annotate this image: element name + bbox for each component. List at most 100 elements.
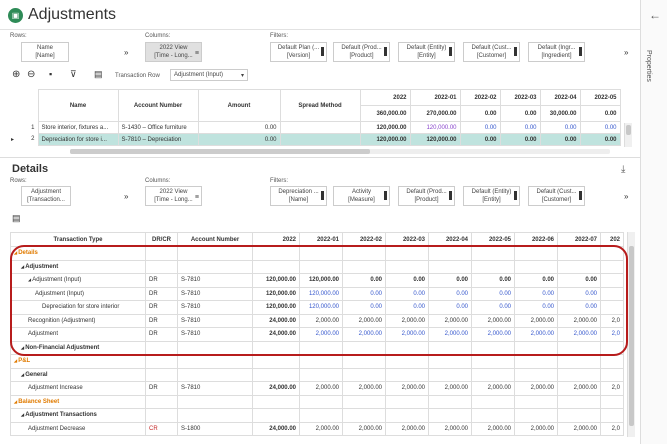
table-row[interactable]: Depreciation for store interior DR S-7810 1…: [10, 300, 624, 315]
cell-value[interactable]: [342, 354, 386, 369]
chevron-double-down-icon[interactable]: »: [124, 48, 128, 57]
cell-value[interactable]: 0.00: [557, 273, 601, 288]
cell-account[interactable]: S-7810: [177, 381, 253, 396]
cell-value[interactable]: 0.00: [428, 300, 472, 315]
cell-transaction-type[interactable]: Adjustment Increase: [10, 381, 146, 396]
cell-value[interactable]: 120,000.00: [299, 286, 343, 301]
cell-value[interactable]: [299, 354, 343, 369]
cell-value[interactable]: [600, 408, 624, 423]
cell-value[interactable]: [471, 367, 515, 382]
cell-value[interactable]: [385, 394, 429, 409]
details-columns-pill[interactable]: 2022 View [Time - Long... ≡: [145, 186, 202, 206]
cell-value[interactable]: [342, 408, 386, 423]
cell-value[interactable]: [428, 354, 472, 369]
cell-value[interactable]: [299, 367, 343, 382]
cell-value[interactable]: 2,000.00: [514, 421, 558, 436]
cell-transaction-type[interactable]: ◢ P&L: [10, 354, 146, 369]
cell-value[interactable]: 2,000.00: [385, 381, 429, 396]
dropdown-caret-icon[interactable]: [384, 191, 387, 200]
cell-value[interactable]: [428, 394, 472, 409]
col-transaction-type[interactable]: Transaction Type: [10, 232, 146, 247]
cell-value[interactable]: [600, 394, 624, 409]
menu-icon[interactable]: ≡: [195, 194, 199, 202]
cell-value[interactable]: [385, 367, 429, 382]
dropdown-caret-icon[interactable]: [449, 47, 452, 56]
cell-transaction-type[interactable]: ◢ Adjustment: [10, 259, 146, 274]
cell-value[interactable]: 2,0: [600, 381, 624, 396]
cell-value[interactable]: 0.00: [428, 286, 472, 301]
cell-value[interactable]: 2,000.00: [428, 381, 472, 396]
cell-value[interactable]: [471, 408, 515, 423]
cell-account[interactable]: [177, 259, 253, 274]
cell-value[interactable]: 2,000.00: [385, 327, 429, 342]
cell-value[interactable]: 120,000.00: [359, 133, 411, 146]
cell-drcr[interactable]: DR: [145, 273, 178, 288]
cell-value[interactable]: [514, 408, 558, 423]
cell-value[interactable]: [514, 246, 558, 261]
cell-value[interactable]: [471, 246, 515, 261]
cell-account[interactable]: S-7810 – Depreciation: [117, 133, 199, 146]
cell-drcr[interactable]: [145, 394, 178, 409]
export-icon[interactable]: ▤: [94, 69, 103, 80]
col-2022[interactable]: 2022: [252, 232, 300, 247]
cell-transaction-type[interactable]: ◢ General: [10, 367, 146, 382]
cell-drcr[interactable]: DR: [145, 381, 178, 396]
cell-value[interactable]: 0.00: [459, 133, 501, 146]
col-2022-08[interactable]: 202: [600, 232, 624, 247]
cell-drcr[interactable]: DR: [145, 313, 178, 328]
cell-value[interactable]: 0.00: [557, 300, 601, 315]
transaction-row-select[interactable]: Adjustment (Input) ▾: [170, 69, 248, 81]
details-filter-customer[interactable]: Default (Cust... [Customer]: [528, 186, 585, 206]
cell-value[interactable]: [557, 246, 601, 261]
cell-spread[interactable]: [279, 133, 361, 146]
cell-value[interactable]: 2,000.00: [471, 421, 515, 436]
cell-value[interactable]: [342, 259, 386, 274]
chevron-double-down-icon[interactable]: »: [124, 192, 128, 201]
cell-value[interactable]: 24,000.00: [252, 327, 300, 342]
table-row[interactable]: ◢ Non-Financial Adjustment: [10, 340, 624, 355]
col-2022-04[interactable]: 2022-04: [428, 232, 472, 247]
col-account-number[interactable]: Account Number: [177, 232, 253, 247]
dropdown-caret-icon[interactable]: [514, 47, 517, 56]
cell-account[interactable]: [177, 354, 253, 369]
cell-value[interactable]: [252, 394, 300, 409]
cell-account[interactable]: S-7810: [177, 286, 253, 301]
cell-value[interactable]: 120,000.00: [409, 133, 461, 146]
cell-value[interactable]: [252, 367, 300, 382]
details-filter-entity[interactable]: Default (Entity) [Entity]: [463, 186, 520, 206]
back-arrow-icon[interactable]: ←: [649, 8, 661, 22]
cell-value[interactable]: [252, 408, 300, 423]
table-row[interactable]: ◢ Adjustment Transactions: [10, 408, 624, 423]
cell-value[interactable]: 0.00: [499, 133, 541, 146]
table-row[interactable]: Adjustment (Input) DR S-7810 120,000.00 120,…: [10, 286, 624, 301]
cell-value[interactable]: 0.00: [342, 300, 386, 315]
cell-value[interactable]: 24,000.00: [252, 313, 300, 328]
cell-value[interactable]: 120,000.00: [409, 121, 461, 134]
cell-value[interactable]: 2,000.00: [514, 313, 558, 328]
cell-value[interactable]: 2,000.00: [428, 313, 472, 328]
cell-account[interactable]: [177, 408, 253, 423]
details-scrollbar[interactable]: [627, 232, 635, 437]
col-2022-04[interactable]: 2022-04: [539, 89, 581, 106]
col-2022[interactable]: 2022: [359, 89, 411, 106]
table-row[interactable]: Adjustment Decrease CR S-1800 24,000.00 2,00…: [10, 421, 624, 436]
cell-value[interactable]: [471, 354, 515, 369]
col-name[interactable]: Name: [37, 89, 119, 122]
top-grid-hscrollbar[interactable]: [70, 149, 610, 154]
cell-value[interactable]: 0.00: [342, 273, 386, 288]
cell-transaction-type[interactable]: ◢ Balance Sheet: [10, 394, 146, 409]
cell-value[interactable]: 2,000.00: [557, 327, 601, 342]
cell-value[interactable]: [600, 286, 624, 301]
cell-value[interactable]: 0.00: [514, 286, 558, 301]
cell-value[interactable]: [557, 408, 601, 423]
dropdown-caret-icon[interactable]: [321, 191, 324, 200]
cell-drcr[interactable]: DR: [145, 327, 178, 342]
cell-value[interactable]: 120,000.00: [252, 273, 300, 288]
cell-value[interactable]: [299, 246, 343, 261]
cell-value[interactable]: 0.00: [579, 133, 621, 146]
col-amount[interactable]: Amount: [197, 89, 281, 122]
cell-value[interactable]: 2,000.00: [471, 327, 515, 342]
cell-value[interactable]: 2,000.00: [342, 421, 386, 436]
cell-drcr[interactable]: CR: [145, 421, 178, 436]
cell-drcr[interactable]: [145, 259, 178, 274]
